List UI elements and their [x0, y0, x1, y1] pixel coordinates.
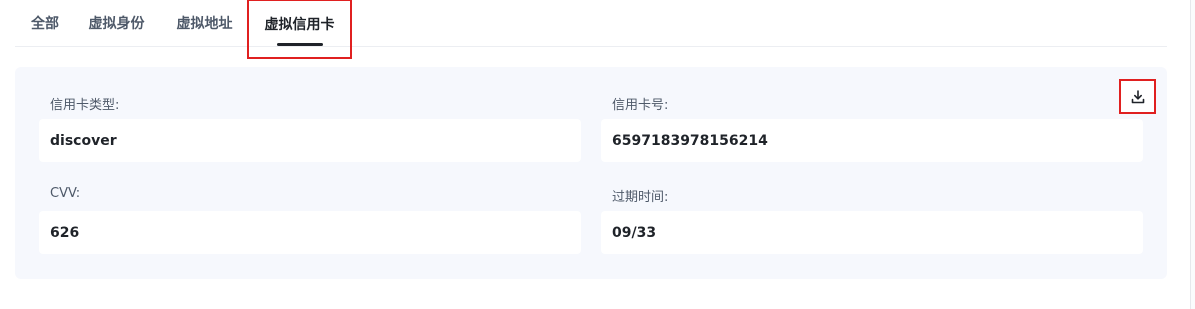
- card-type-value[interactable]: discover: [39, 119, 581, 162]
- tab-all[interactable]: 全部: [29, 0, 61, 46]
- cvv-value[interactable]: 626: [39, 211, 581, 254]
- tab-virtual-identity[interactable]: 虚拟身份: [86, 0, 147, 46]
- expiry-value[interactable]: 09/33: [601, 211, 1143, 254]
- card-number-value[interactable]: 6597183978156214: [601, 119, 1143, 162]
- tab-label: 全部: [31, 16, 59, 32]
- card-number-label: 信用卡号:: [612, 98, 669, 113]
- tab-label: 虚拟信用卡: [264, 17, 335, 33]
- credit-card-details-card: 信用卡类型: discover 信用卡号: 6597183978156214 C…: [15, 67, 1167, 279]
- download-button[interactable]: [1119, 79, 1156, 114]
- virtual-credit-card-page: 全部 虚拟身份 虚拟地址 虚拟信用卡 信用卡类型: discover 信用卡号:…: [0, 0, 1195, 309]
- cvv-label: CVV:: [50, 186, 81, 201]
- tab-virtual-address[interactable]: 虚拟地址: [174, 0, 235, 46]
- download-icon: [1131, 89, 1144, 103]
- tab-label: 虚拟身份: [88, 16, 145, 32]
- expiry-label: 过期时间:: [612, 190, 669, 205]
- scrollbar-track[interactable]: [1190, 0, 1195, 309]
- tab-virtual-credit-card[interactable]: 虚拟信用卡: [247, 0, 352, 59]
- active-tab-underline: [276, 43, 323, 46]
- tab-label: 虚拟地址: [176, 16, 233, 32]
- tab-bar: 全部 虚拟身份 虚拟地址 虚拟信用卡: [15, 0, 1167, 59]
- card-type-label: 信用卡类型:: [50, 98, 120, 113]
